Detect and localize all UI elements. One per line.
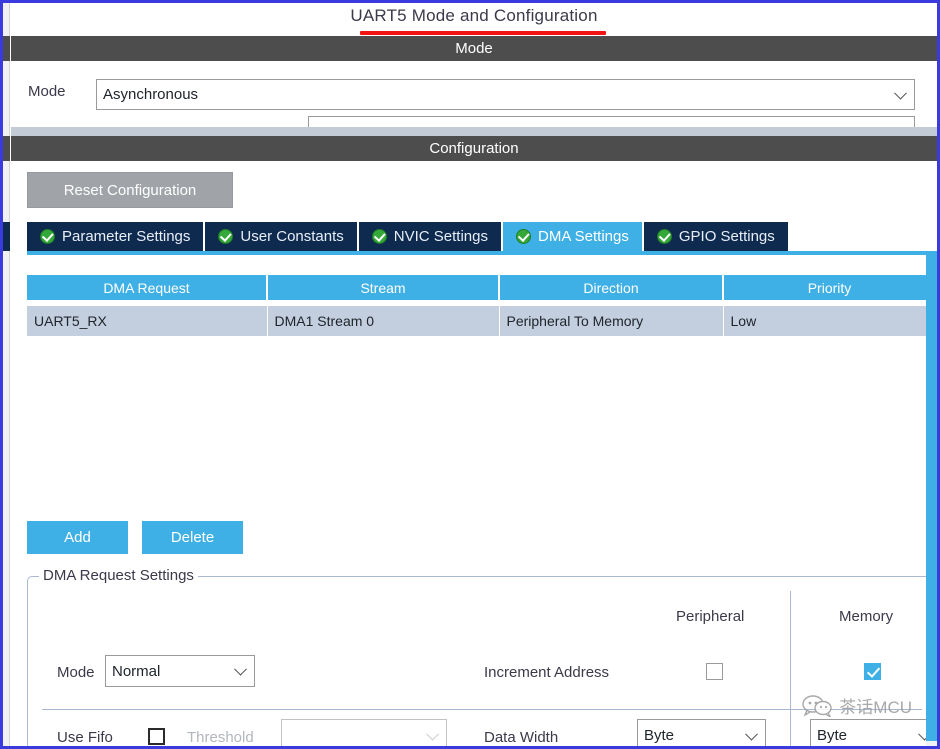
delete-button[interactable]: Delete: [142, 521, 243, 554]
mode-label: Mode: [57, 664, 95, 681]
column-header-stream[interactable]: Stream: [267, 275, 500, 300]
tab-label: Parameter Settings: [62, 228, 191, 245]
data-width-label: Data Width: [484, 729, 559, 746]
cell-direction: Peripheral To Memory: [499, 306, 724, 336]
tab-label: DMA Settings: [538, 228, 629, 245]
configuration-pane: Reset Configuration Parameter Settings U…: [11, 161, 937, 746]
table-header-row: DMA Request Stream Direction Priority: [27, 275, 935, 300]
mode-select-value: Asynchronous: [103, 86, 199, 103]
chevron-down-icon: [426, 727, 439, 741]
dma-request-settings-group: DMA Request Settings Peripheral Memory M…: [27, 567, 937, 746]
table-row[interactable]: UART5_RX DMA1 Stream 0 Peripheral To Mem…: [27, 306, 935, 336]
column-label-memory: Memory: [839, 608, 894, 625]
chevron-down-icon: [894, 86, 907, 100]
peripheral-memory-divider-bottom: [790, 709, 791, 746]
increment-address-memory-checkbox[interactable]: [864, 663, 881, 680]
active-tab-underline: [27, 251, 937, 255]
threshold-label: Threshold: [187, 729, 254, 746]
cell-dma-request: UART5_RX: [27, 306, 268, 336]
dma-mode-select[interactable]: Normal: [105, 655, 255, 687]
use-fifo-label: Use Fifo: [57, 729, 113, 746]
column-header-priority[interactable]: Priority: [723, 275, 935, 300]
uart5-config-panel: UART5 Mode and Configuration Mode Mode A…: [0, 0, 940, 749]
left-rail-mode-marker: [3, 36, 10, 61]
left-rail: [3, 3, 10, 746]
section-divider-band: [11, 127, 937, 136]
tab-label: GPIO Settings: [678, 228, 775, 245]
data-width-memory-value: Byte: [817, 727, 848, 744]
dma-mode-value: Normal: [112, 662, 161, 680]
tab-gpio-settings[interactable]: GPIO Settings: [643, 222, 788, 251]
threshold-select: [281, 719, 447, 746]
title-underline-annotation: [360, 31, 606, 35]
mode-field-label: Mode: [28, 83, 66, 100]
column-label-peripheral: Peripheral: [676, 608, 745, 625]
add-button[interactable]: Add: [27, 521, 128, 554]
data-width-peripheral-value: Byte: [644, 727, 675, 744]
peripheral-memory-divider-top: [790, 591, 791, 709]
check-circle-icon: [516, 229, 531, 244]
dma-request-settings-legend: DMA Request Settings: [39, 567, 198, 584]
reset-configuration-button[interactable]: Reset Configuration: [27, 172, 233, 208]
mode-select[interactable]: Asynchronous: [96, 79, 915, 110]
dma-request-table: DMA Request Stream Direction Priority UA…: [27, 275, 935, 336]
column-header-direction[interactable]: Direction: [499, 275, 724, 300]
settings-tabstrip: Parameter Settings User Constants NVIC S…: [27, 222, 937, 251]
mode-section-header: Mode: [11, 36, 937, 61]
page-title: UART5 Mode and Configuration: [350, 6, 598, 25]
tab-user-constants[interactable]: User Constants: [205, 222, 359, 251]
increment-address-peripheral-checkbox[interactable]: [706, 663, 723, 680]
check-circle-icon: [40, 229, 55, 244]
increment-address-label: Increment Address: [484, 664, 610, 681]
check-circle-icon: [371, 229, 387, 244]
column-header-dma-request[interactable]: DMA Request: [27, 275, 268, 300]
use-fifo-checkbox[interactable]: [148, 728, 165, 745]
configuration-section-header: Configuration: [11, 136, 937, 161]
data-width-peripheral-select[interactable]: Byte: [637, 719, 766, 746]
check-circle-icon: [656, 229, 672, 244]
left-rail-config-marker: [3, 136, 10, 161]
tab-nvic-settings[interactable]: NVIC Settings: [358, 222, 503, 251]
title-bar: UART5 Mode and Configuration: [11, 3, 937, 36]
tab-parameter-settings[interactable]: Parameter Settings: [27, 222, 206, 251]
tab-label: User Constants: [240, 228, 344, 245]
tab-dma-settings[interactable]: DMA Settings: [503, 222, 644, 251]
cell-priority: Low: [723, 306, 935, 336]
tab-label: NVIC Settings: [393, 228, 488, 245]
chevron-down-icon: [234, 662, 247, 676]
data-width-memory-select[interactable]: Byte: [810, 719, 937, 746]
chevron-down-icon: [745, 727, 758, 741]
vertical-scrollbar-thumb[interactable]: [926, 251, 937, 741]
left-rail-tab-marker: [3, 222, 10, 251]
cell-stream: DMA1 Stream 0: [267, 306, 500, 336]
check-circle-icon: [218, 229, 234, 244]
